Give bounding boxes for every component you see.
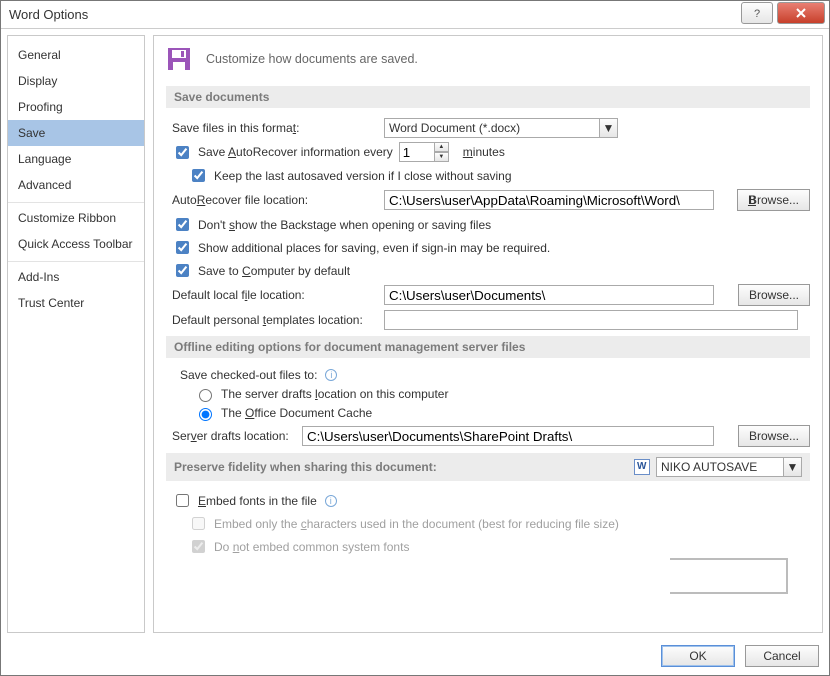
autorecover-checkbox[interactable] — [176, 146, 189, 159]
cancel-button[interactable]: Cancel — [745, 645, 819, 667]
dont-show-backstage-checkbox[interactable] — [176, 218, 189, 231]
server-drafts-browse-button[interactable]: Browse... — [738, 425, 810, 447]
category-sidebar: General Display Proofing Save Language A… — [7, 35, 145, 633]
close-button[interactable] — [777, 2, 825, 24]
autorecover-label: Save AutoRecover information every — [198, 145, 393, 159]
save-disk-icon — [166, 46, 192, 72]
server-drafts-location-label: Server drafts location: — [172, 429, 296, 443]
server-drafts-radio[interactable] — [199, 389, 212, 402]
autorecover-browse-button[interactable]: BBrowse... — [737, 189, 810, 211]
section-preserve-fidelity: Preserve fidelity when sharing this docu… — [166, 453, 810, 481]
sidebar-item-save[interactable]: Save — [8, 120, 144, 146]
autorecover-minutes-stepper[interactable]: ▲▼ — [399, 142, 449, 162]
sidebar-item-customize-ribbon[interactable]: Customize Ribbon — [8, 205, 144, 231]
ok-button[interactable]: OK — [661, 645, 735, 667]
chevron-down-icon: ▼ — [783, 458, 801, 476]
title-bar: Word Options ? — [1, 1, 829, 29]
save-to-computer-checkbox[interactable] — [176, 264, 189, 277]
window-title: Word Options — [9, 7, 88, 22]
keep-last-autosave-checkbox[interactable] — [192, 169, 205, 182]
do-not-embed-common-label: Do not embed common system fonts — [214, 540, 409, 554]
save-checked-out-label: Save checked-out files to: — [180, 368, 317, 382]
section-save-documents: Save documents — [166, 86, 810, 108]
sidebar-item-advanced[interactable]: Advanced — [8, 172, 144, 198]
default-local-label: Default local file location: — [172, 288, 378, 302]
save-to-computer-label: Save to Computer by default — [198, 264, 350, 278]
embed-chars-used-checkbox — [192, 517, 205, 530]
sidebar-item-trust-center[interactable]: Trust Center — [8, 290, 144, 316]
sidebar-item-quick-access-toolbar[interactable]: Quick Access Toolbar — [8, 231, 144, 257]
keep-last-autosave-label: Keep the last autosaved version if I clo… — [214, 169, 512, 183]
save-format-label: Save files in this format: — [172, 121, 378, 135]
sidebar-item-language[interactable]: Language — [8, 146, 144, 172]
info-icon[interactable]: i — [325, 369, 337, 381]
default-local-input[interactable] — [384, 285, 714, 305]
save-format-select[interactable]: Word Document (*.docx) ▼ — [384, 118, 618, 138]
sidebar-item-proofing[interactable]: Proofing — [8, 94, 144, 120]
default-templates-input[interactable] — [384, 310, 798, 330]
autorecover-location-label: AutoRecover file location: — [172, 193, 378, 207]
content-pane: Customize how documents are saved. Save … — [153, 35, 823, 633]
page-subtitle: Customize how documents are saved. — [206, 52, 418, 66]
server-drafts-location-input[interactable] — [302, 426, 714, 446]
server-drafts-radio-label: The server drafts location on this compu… — [221, 387, 448, 401]
embed-chars-used-label: Embed only the characters used in the do… — [214, 517, 619, 531]
spinner-down-icon[interactable]: ▼ — [435, 152, 449, 162]
fidelity-document-select[interactable]: NIKO AUTOSAVE ▼ — [656, 457, 802, 477]
autorecover-minutes-input[interactable] — [399, 142, 435, 162]
default-templates-label: Default personal templates location: — [172, 313, 378, 327]
do-not-embed-common-checkbox — [192, 540, 205, 553]
info-icon[interactable]: i — [325, 495, 337, 507]
help-button[interactable]: ? — [741, 2, 773, 24]
show-additional-places-label: Show additional places for saving, even … — [198, 241, 550, 255]
autorecover-location-input[interactable] — [384, 190, 714, 210]
section-offline-editing: Offline editing options for document man… — [166, 336, 810, 358]
office-cache-radio-label: The Office Document Cache — [221, 406, 372, 420]
dont-show-backstage-label: Don't show the Backstage when opening or… — [198, 218, 491, 232]
word-options-window: Word Options ? General Display Proofing … — [0, 0, 830, 676]
show-additional-places-checkbox[interactable] — [176, 241, 189, 254]
sidebar-item-general[interactable]: General — [8, 42, 144, 68]
spinner-up-icon[interactable]: ▲ — [435, 142, 449, 152]
default-local-browse-button[interactable]: Browse... — [738, 284, 810, 306]
office-cache-radio[interactable] — [199, 408, 212, 421]
embed-fonts-label: Embed fonts in the file — [198, 494, 317, 508]
chevron-down-icon: ▼ — [599, 119, 617, 137]
focus-rectangle — [670, 558, 788, 594]
sidebar-item-display[interactable]: Display — [8, 68, 144, 94]
autorecover-unit: minutes — [463, 145, 505, 159]
embed-fonts-checkbox[interactable] — [176, 494, 189, 507]
svg-text:?: ? — [754, 8, 760, 19]
document-icon — [634, 459, 650, 475]
sidebar-item-add-ins[interactable]: Add-Ins — [8, 264, 144, 290]
